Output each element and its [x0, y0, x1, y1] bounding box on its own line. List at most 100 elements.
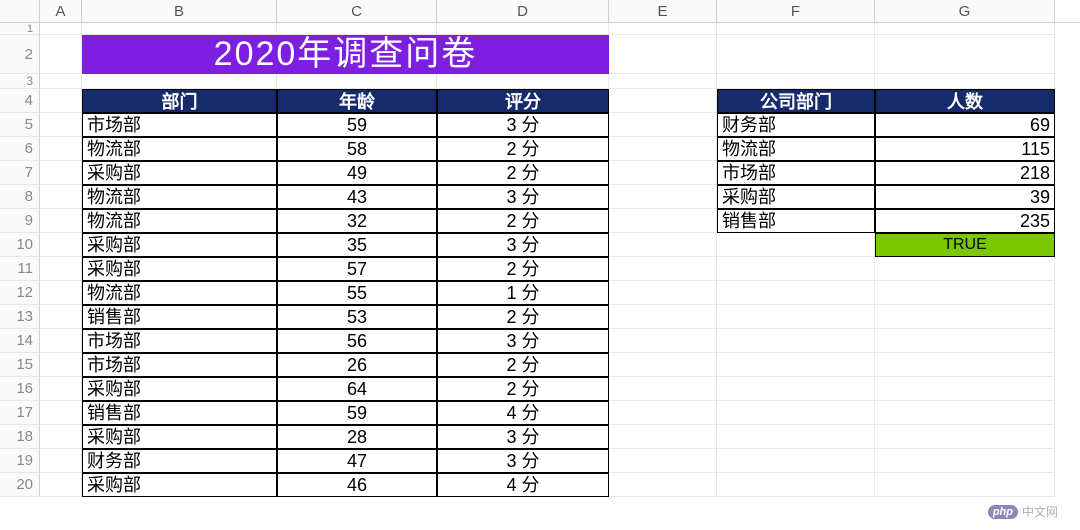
side-header-count[interactable]: 人数 — [875, 89, 1055, 113]
cell-score[interactable]: 2 分 — [437, 377, 609, 401]
cell-dept[interactable]: 市场部 — [82, 113, 277, 137]
cell[interactable] — [875, 377, 1055, 401]
cell[interactable] — [40, 74, 82, 89]
cell[interactable] — [875, 23, 1055, 35]
cell-age[interactable]: 59 — [277, 113, 437, 137]
cell[interactable] — [82, 74, 277, 89]
cell-side-count[interactable]: 235 — [875, 209, 1055, 233]
cell-dept[interactable]: 采购部 — [82, 377, 277, 401]
cell[interactable] — [609, 257, 717, 281]
cell-side-count[interactable]: 115 — [875, 137, 1055, 161]
row-header[interactable]: 1 — [0, 23, 40, 35]
row-header[interactable]: 14 — [0, 329, 40, 353]
cell-score[interactable]: 3 分 — [437, 113, 609, 137]
row-header[interactable]: 3 — [0, 74, 40, 89]
cell-age[interactable]: 28 — [277, 425, 437, 449]
cell[interactable] — [437, 23, 609, 35]
col-header-A[interactable]: A — [40, 0, 82, 22]
cell[interactable] — [40, 257, 82, 281]
cell[interactable] — [40, 35, 82, 74]
cell[interactable] — [40, 473, 82, 497]
cell-score[interactable]: 3 分 — [437, 233, 609, 257]
cell[interactable] — [717, 401, 875, 425]
cell-score[interactable]: 3 分 — [437, 185, 609, 209]
cell-age[interactable]: 59 — [277, 401, 437, 425]
row-header[interactable]: 10 — [0, 233, 40, 257]
cell-dept[interactable]: 采购部 — [82, 233, 277, 257]
cell-age[interactable]: 46 — [277, 473, 437, 497]
cell[interactable] — [875, 449, 1055, 473]
cell[interactable] — [609, 89, 717, 113]
cell-age[interactable]: 47 — [277, 449, 437, 473]
row-header[interactable]: 8 — [0, 185, 40, 209]
cell-dept[interactable]: 物流部 — [82, 209, 277, 233]
cell-side-count[interactable]: 218 — [875, 161, 1055, 185]
cell[interactable] — [40, 89, 82, 113]
cell[interactable] — [609, 401, 717, 425]
cell-side-count[interactable]: 69 — [875, 113, 1055, 137]
row-header[interactable]: 7 — [0, 161, 40, 185]
col-header-C[interactable]: C — [277, 0, 437, 22]
cell-age[interactable]: 64 — [277, 377, 437, 401]
cell[interactable] — [717, 329, 875, 353]
cell-age[interactable]: 55 — [277, 281, 437, 305]
cell-dept[interactable]: 销售部 — [82, 401, 277, 425]
cell-age[interactable]: 57 — [277, 257, 437, 281]
cell[interactable] — [875, 425, 1055, 449]
cell-dept[interactable]: 采购部 — [82, 473, 277, 497]
main-header-age[interactable]: 年龄 — [277, 89, 437, 113]
cell-score[interactable]: 2 分 — [437, 257, 609, 281]
cell-score[interactable]: 4 分 — [437, 401, 609, 425]
cell[interactable] — [609, 137, 717, 161]
cell[interactable] — [609, 23, 717, 35]
cell-age[interactable]: 56 — [277, 329, 437, 353]
cell[interactable] — [609, 425, 717, 449]
cell[interactable] — [609, 209, 717, 233]
cell[interactable] — [875, 353, 1055, 377]
cell[interactable] — [40, 281, 82, 305]
cell-age[interactable]: 58 — [277, 137, 437, 161]
cell-dept[interactable]: 市场部 — [82, 329, 277, 353]
cell-dept[interactable]: 采购部 — [82, 257, 277, 281]
cell[interactable] — [609, 473, 717, 497]
cell[interactable] — [717, 449, 875, 473]
cell[interactable] — [437, 74, 609, 89]
row-header[interactable]: 15 — [0, 353, 40, 377]
cell[interactable] — [717, 23, 875, 35]
cell-side-dept[interactable]: 财务部 — [717, 113, 875, 137]
cell-side-dept[interactable]: 物流部 — [717, 137, 875, 161]
row-header[interactable]: 16 — [0, 377, 40, 401]
row-header[interactable]: 9 — [0, 209, 40, 233]
spreadsheet[interactable]: A B C D E F G 1 2 2020年调查问卷 3 — [0, 0, 1080, 530]
cell[interactable] — [875, 401, 1055, 425]
col-header-E[interactable]: E — [609, 0, 717, 22]
cell-dept[interactable]: 物流部 — [82, 185, 277, 209]
cell[interactable] — [40, 233, 82, 257]
cell[interactable] — [609, 74, 717, 89]
cell[interactable] — [717, 425, 875, 449]
cell[interactable] — [609, 449, 717, 473]
cell-dept[interactable]: 采购部 — [82, 425, 277, 449]
cell[interactable] — [717, 74, 875, 89]
cell[interactable] — [82, 23, 277, 35]
cell[interactable] — [277, 74, 437, 89]
row-header[interactable]: 5 — [0, 113, 40, 137]
cell-age[interactable]: 32 — [277, 209, 437, 233]
col-header-B[interactable]: B — [82, 0, 277, 22]
title-banner[interactable]: 2020年调查问卷 — [82, 35, 609, 74]
cell-score[interactable]: 2 分 — [437, 209, 609, 233]
cell[interactable] — [717, 35, 875, 74]
cell-age[interactable]: 53 — [277, 305, 437, 329]
cell[interactable] — [717, 281, 875, 305]
cell-side-count[interactable]: 39 — [875, 185, 1055, 209]
cell[interactable] — [875, 473, 1055, 497]
main-header-dept[interactable]: 部门 — [82, 89, 277, 113]
col-header-G[interactable]: G — [875, 0, 1055, 22]
row-header[interactable]: 17 — [0, 401, 40, 425]
cell[interactable] — [40, 185, 82, 209]
cell[interactable] — [609, 329, 717, 353]
cell[interactable] — [609, 113, 717, 137]
row-header[interactable]: 13 — [0, 305, 40, 329]
cell[interactable] — [40, 401, 82, 425]
cell-age[interactable]: 43 — [277, 185, 437, 209]
